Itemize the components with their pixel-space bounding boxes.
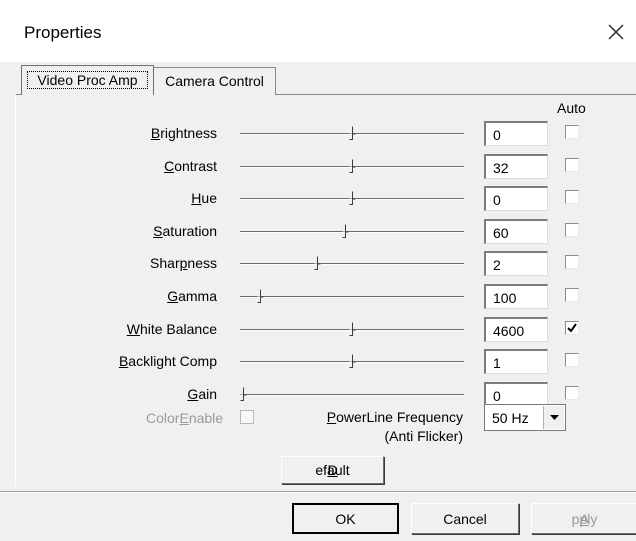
slider-thumb[interactable] [349,322,356,336]
auto-checkbox[interactable] [565,353,579,367]
row-label: White Balance [126,321,217,337]
tab-label: Video Proc Amp [27,71,148,89]
value-input[interactable]: 0 [484,186,548,211]
slider-thumb[interactable] [342,224,349,238]
row-label: Brightness [150,125,217,141]
slider-thumb[interactable] [314,256,321,270]
value-input[interactable]: 1 [484,349,548,374]
value-text: 0 [493,127,501,143]
row-label: Backlight Comp [118,353,217,369]
powerline-frequency-label: PowerLine Frequency (Anti Flicker) [326,409,463,444]
row-label: Contrast [164,158,217,174]
slider-track[interactable] [240,387,464,401]
value-text: 60 [493,225,509,241]
color-enable-label: ColorEnable [146,410,224,426]
value-text: 4600 [493,323,525,339]
value-input[interactable]: 4600 [484,317,548,342]
tab-video-proc-amp[interactable]: Video Proc Amp [21,65,154,95]
slider-track[interactable] [240,159,464,173]
close-icon [608,24,624,40]
slider-thumb[interactable] [349,159,356,173]
auto-checkbox[interactable] [565,386,579,400]
auto-checkbox[interactable] [565,125,579,139]
value-input[interactable]: 100 [484,284,548,309]
value-input[interactable]: 2 [484,251,548,276]
footer-divider [0,491,636,493]
value-text: 100 [493,290,517,306]
window-title: Properties [24,23,102,42]
auto-checkbox[interactable] [565,321,579,335]
check-icon [567,323,577,333]
value-text: 32 [493,160,509,176]
value-input[interactable]: 32 [484,154,548,179]
slider-track[interactable] [240,224,464,238]
value-input[interactable]: 60 [484,219,548,244]
ok-button[interactable]: OK [292,503,399,534]
slider-track[interactable] [240,126,464,140]
chevron-down-icon [549,415,559,420]
slider-thumb[interactable] [240,387,247,401]
slider-track[interactable] [240,354,464,368]
slider-track[interactable] [240,289,464,303]
row-label: Saturation [153,223,217,239]
auto-checkbox[interactable] [565,190,579,204]
row-label: Gain [187,386,217,402]
auto-checkbox[interactable] [565,223,579,237]
value-text: 2 [493,257,501,273]
powerline-frequency-value: 50 Hz [492,410,529,426]
cancel-button[interactable]: Cancel [411,503,519,534]
slider-thumb[interactable] [349,126,356,140]
powerline-frequency-select[interactable]: 50 Hz [484,404,566,431]
value-text: 1 [493,355,501,371]
row-label: Hue [191,190,217,206]
slider-track[interactable] [240,256,464,270]
tab-label: Camera Control [165,73,264,89]
value-text: 0 [493,388,501,404]
row-label: Sharpness [150,255,217,271]
tab-camera-control[interactable]: Camera Control [153,67,276,95]
apply-button[interactable]: Apply [531,503,636,534]
slider-track[interactable] [240,191,464,205]
row-label: Gamma [167,288,217,304]
dropdown-arrow-button[interactable] [543,406,564,429]
slider-thumb[interactable] [349,354,356,368]
auto-checkbox[interactable] [565,255,579,269]
auto-checkbox[interactable] [565,288,579,302]
value-text: 0 [493,192,501,208]
slider-thumb[interactable] [349,191,356,205]
value-input[interactable]: 0 [484,121,548,146]
color-enable-checkbox[interactable] [240,410,254,424]
default-button[interactable]: Default [281,456,384,484]
slider-track[interactable] [240,322,464,336]
close-button[interactable] [604,14,630,48]
auto-checkbox[interactable] [565,158,579,172]
auto-column-header: Auto [557,100,586,116]
slider-thumb[interactable] [257,289,264,303]
